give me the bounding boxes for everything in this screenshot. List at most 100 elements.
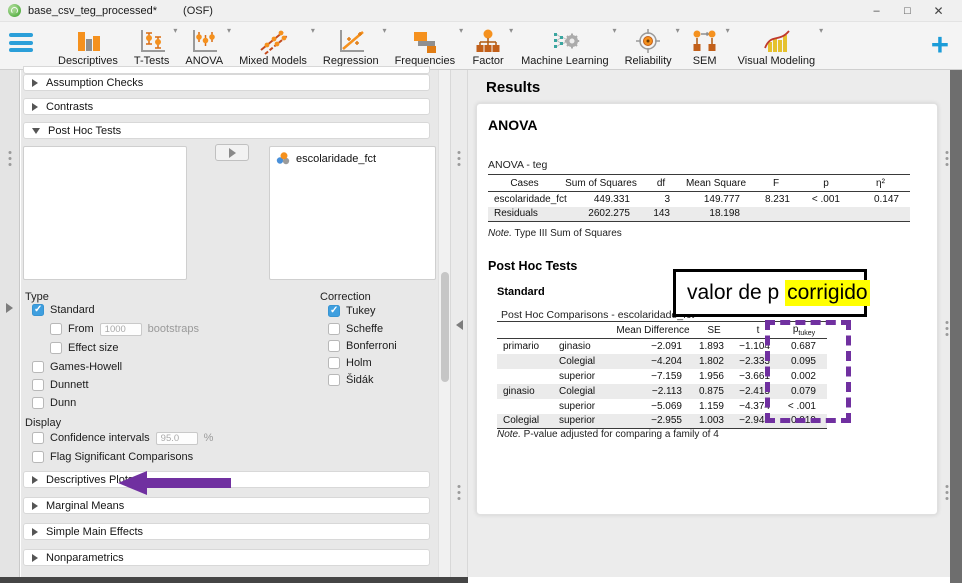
- bottom-data-splitter[interactable]: [0, 577, 468, 583]
- flag-significant-checkbox[interactable]: [32, 451, 44, 463]
- ribbon-item-anova[interactable]: ▾ANOVA: [177, 24, 231, 68]
- standard-option[interactable]: Standard: [32, 303, 95, 317]
- table-header-cell: F: [751, 175, 801, 192]
- from-checkbox[interactable]: [50, 323, 62, 335]
- section-contrasts[interactable]: Contrasts: [23, 98, 430, 115]
- ribbon-item-machine-learning[interactable]: ▾Machine Learning: [513, 24, 616, 68]
- section-label: Nonparametrics: [46, 552, 124, 564]
- splitter-grip-icon: [458, 148, 461, 169]
- ribbon-item-label: Visual Modeling: [738, 55, 815, 68]
- table-cell: 18.198: [681, 207, 751, 222]
- add-module-button[interactable]: +: [931, 27, 949, 63]
- splitter-grip-icon: [945, 148, 948, 169]
- sidak-checkbox[interactable]: [328, 374, 340, 386]
- holm-option[interactable]: Holm: [328, 356, 372, 370]
- bootstraps-input[interactable]: 1000: [100, 323, 142, 336]
- section-descriptives-plots[interactable]: Descriptives Plots: [23, 471, 430, 488]
- ribbon-item-visual-modeling[interactable]: ▾ Visual Modeling: [730, 24, 823, 68]
- section-simple-main-effects[interactable]: Simple Main Effects: [23, 523, 430, 540]
- section-nonparametrics[interactable]: Nonparametrics: [23, 549, 430, 566]
- dropdown-caret-icon[interactable]: ▾: [819, 26, 823, 35]
- dunnett-checkbox[interactable]: [32, 379, 44, 391]
- table-cell: [497, 399, 553, 414]
- ribbon-item-t-tests[interactable]: ▾T-Tests: [126, 24, 177, 68]
- bootstrap-option[interactable]: From 1000 bootstraps: [50, 322, 199, 336]
- variable-item[interactable]: escolaridade_fct: [270, 147, 435, 170]
- anova-table-title: ANOVA - teg: [488, 159, 547, 171]
- scrolled-section-edge: [23, 66, 430, 74]
- table-header-cell: [553, 322, 613, 339]
- confidence-intervals-option[interactable]: Confidence intervals 95.0 %: [32, 431, 213, 445]
- table-cell: superior: [553, 369, 613, 384]
- games-howell-option[interactable]: Games-Howell: [32, 360, 122, 374]
- window-title: base_csv_teg_processed*: [28, 5, 157, 17]
- table-cell: superior: [553, 399, 613, 414]
- bonferroni-option[interactable]: Bonferroni: [328, 339, 397, 353]
- bootstraps-suffix: bootstraps: [148, 323, 199, 335]
- hamburger-menu-icon[interactable]: [9, 33, 35, 59]
- tukey-option[interactable]: Tukey: [328, 304, 376, 318]
- table-cell: escolaridade_fct: [488, 192, 561, 207]
- available-variables-box[interactable]: [23, 146, 187, 280]
- ribbon-item-frequencies[interactable]: ▾Frequencies: [387, 24, 464, 68]
- table-cell: −2.091: [613, 339, 693, 354]
- ribbon-item-regression[interactable]: ▾Regression: [315, 24, 387, 68]
- ribbon-item-mixed-models[interactable]: ▾Mixed Models: [231, 24, 315, 68]
- minimize-button[interactable]: –: [861, 0, 892, 22]
- option-label: Games-Howell: [50, 361, 122, 373]
- ribbon-item-reliability[interactable]: ▾Reliability: [617, 24, 680, 68]
- section-marginal-means[interactable]: Marginal Means: [23, 497, 430, 514]
- panel-results-splitter[interactable]: [450, 70, 468, 577]
- table-cell: −4.204: [613, 354, 693, 369]
- visual-modeling-icon: [759, 27, 793, 55]
- ribbon-item-descriptives[interactable]: Descriptives: [50, 24, 126, 68]
- holm-checkbox[interactable]: [328, 357, 340, 369]
- anova-table: CasesSum of SquaresdfMean SquareFpη²esco…: [488, 174, 910, 222]
- confidence-intervals-checkbox[interactable]: [32, 432, 44, 444]
- maximize-button[interactable]: □: [892, 0, 923, 22]
- scheffe-checkbox[interactable]: [328, 323, 340, 335]
- collapsed-arrow-icon: [32, 554, 38, 562]
- title-bar: base_csv_teg_processed* (OSF) – □ ✕: [0, 0, 962, 22]
- close-button[interactable]: ✕: [923, 0, 954, 22]
- results-edge-strip[interactable]: [943, 70, 950, 577]
- percent-suffix: %: [204, 432, 214, 444]
- machine-learning-icon: [548, 27, 582, 55]
- variable-name: escolaridade_fct: [296, 153, 376, 165]
- data-panel-splitter[interactable]: [0, 70, 20, 577]
- assign-variable-button[interactable]: [215, 144, 249, 161]
- table-cell: 3: [641, 192, 681, 207]
- effect-size-checkbox[interactable]: [50, 342, 62, 354]
- scrollbar-thumb[interactable]: [441, 272, 449, 382]
- flag-significant-option[interactable]: Flag Significant Comparisons: [32, 450, 193, 464]
- ribbon-item-factor[interactable]: ▾Factor: [463, 24, 513, 68]
- right-window-edge: [950, 70, 962, 583]
- table-cell: [851, 207, 910, 222]
- section-assumption-checks[interactable]: Assumption Checks: [23, 74, 430, 91]
- posthoc-heading: Post Hoc Tests: [488, 259, 577, 273]
- section-post-hoc-tests[interactable]: Post Hoc Tests: [23, 122, 430, 139]
- assigned-variables-box[interactable]: escolaridade_fct: [269, 146, 436, 280]
- ribbon-item-sem[interactable]: ▾SEM: [680, 24, 730, 68]
- tukey-checkbox[interactable]: [328, 305, 340, 317]
- dunnett-option[interactable]: Dunnett: [32, 378, 89, 392]
- confidence-level-input[interactable]: 95.0: [156, 432, 198, 445]
- table-header-cell: Cases: [488, 175, 561, 192]
- scheffe-option[interactable]: Scheffe: [328, 322, 383, 336]
- table-cell: −2.955: [613, 414, 693, 429]
- options-panel-scrollbar[interactable]: [438, 70, 450, 577]
- table-cell: 149.777: [681, 192, 751, 207]
- dunn-checkbox[interactable]: [32, 397, 44, 409]
- table-cell: Colegial: [553, 384, 613, 399]
- table-cell: 143: [641, 207, 681, 222]
- expand-data-panel-icon[interactable]: [6, 303, 13, 313]
- games-howell-checkbox[interactable]: [32, 361, 44, 373]
- dunn-option[interactable]: Dunn: [32, 396, 76, 410]
- effect-size-option[interactable]: Effect size: [50, 341, 119, 355]
- collapse-panel-icon[interactable]: [456, 320, 463, 330]
- table-header-row: CasesSum of SquaresdfMean SquareFpη²: [488, 175, 910, 192]
- bonferroni-checkbox[interactable]: [328, 340, 340, 352]
- sidak-option[interactable]: Šidák: [328, 373, 374, 387]
- table-cell: −2.113: [613, 384, 693, 399]
- standard-checkbox[interactable]: [32, 304, 44, 316]
